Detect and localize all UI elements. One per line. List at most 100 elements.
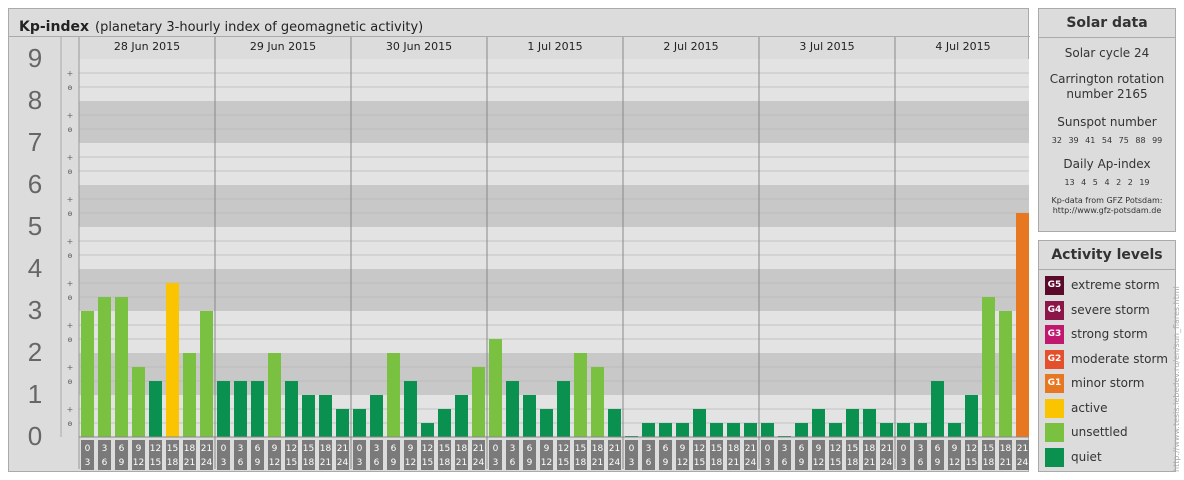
carrington-line1: Carrington rotation xyxy=(1049,72,1165,86)
kp-bar xyxy=(404,381,417,437)
interval-start-label: 0 xyxy=(221,444,227,454)
interval-start-label: 0 xyxy=(357,444,363,454)
y-tick-label: 5 xyxy=(28,211,42,241)
interval-start-label: 0 xyxy=(765,444,771,454)
interval-start-label: 18 xyxy=(728,444,740,454)
interval-start-label: 6 xyxy=(935,444,941,454)
kp-bar xyxy=(965,395,978,437)
interval-start-label: 12 xyxy=(694,444,705,454)
kp-bar xyxy=(302,395,315,437)
activity-levels-title: Activity levels xyxy=(1039,241,1175,270)
minor-tick-label: + xyxy=(67,195,74,204)
interval-end-label: 6 xyxy=(918,458,924,468)
interval-end-label: 6 xyxy=(510,458,516,468)
interval-end-label: 21 xyxy=(320,458,331,468)
interval-end-label: 9 xyxy=(663,458,669,468)
interval-end-label: 6 xyxy=(646,458,652,468)
interval-end-label: 9 xyxy=(527,458,533,468)
minor-tick-label: + xyxy=(67,279,74,288)
interval-start-label: 15 xyxy=(167,444,178,454)
interval-end-label: 12 xyxy=(677,458,688,468)
minor-tick-label: - xyxy=(69,293,72,302)
interval-start-label: 18 xyxy=(184,444,196,454)
kp-bar xyxy=(982,297,995,437)
minor-tick-label: - xyxy=(69,83,72,92)
interval-end-label: 18 xyxy=(439,458,451,468)
minor-tick-label: - xyxy=(69,251,72,260)
interval-start-label: 3 xyxy=(510,444,516,454)
interval-start-label: 12 xyxy=(558,444,569,454)
minor-tick-label: + xyxy=(67,321,74,330)
kp-band-6 xyxy=(79,143,1029,185)
kp-bar xyxy=(200,311,213,437)
kp-band-2 xyxy=(79,311,1029,353)
solar-data-panel: Solar data Solar cycle 24 Carrington rot… xyxy=(1038,8,1176,232)
kp-band-7 xyxy=(79,101,1029,143)
kp-bar xyxy=(999,311,1012,437)
y-tick-label: 3 xyxy=(28,295,42,325)
interval-start-label: 18 xyxy=(864,444,876,454)
interval-start-label: 6 xyxy=(255,444,261,454)
chart-title-bar: Kp-index (planetary 3-hourly index of geo… xyxy=(19,16,423,36)
activity-level-label: quiet xyxy=(1071,449,1102,464)
kp-bar xyxy=(829,423,842,437)
interval-end-label: 21 xyxy=(728,458,739,468)
kp-bar xyxy=(948,423,961,437)
day-label: 1 Jul 2015 xyxy=(527,40,582,53)
minor-tick-label: - xyxy=(69,125,72,134)
interval-end-label: 15 xyxy=(286,458,297,468)
interval-start-label: 6 xyxy=(119,444,125,454)
minor-tick-label: + xyxy=(67,363,74,372)
activity-level-item: G4 severe storm xyxy=(1045,300,1150,320)
interval-end-label: 12 xyxy=(813,458,824,468)
kp-bar xyxy=(115,297,128,437)
interval-start-label: 18 xyxy=(320,444,332,454)
interval-end-label: 15 xyxy=(966,458,977,468)
activity-level-item: G1 minor storm xyxy=(1045,373,1144,393)
interval-start-label: 3 xyxy=(782,444,788,454)
interval-end-label: 9 xyxy=(799,458,805,468)
interval-end-label: 6 xyxy=(102,458,108,468)
interval-start-label: 21 xyxy=(609,444,620,454)
interval-start-label: 0 xyxy=(85,444,91,454)
interval-end-label: 3 xyxy=(493,458,499,468)
kp-bar xyxy=(931,381,944,437)
interval-end-label: 21 xyxy=(456,458,467,468)
interval-start-label: 18 xyxy=(592,444,604,454)
activity-level-label: strong storm xyxy=(1071,327,1148,341)
interval-start-label: 12 xyxy=(286,444,297,454)
kp-bar xyxy=(744,423,757,437)
kp-bar xyxy=(608,408,621,437)
activity-level-swatch xyxy=(1045,423,1064,442)
sunspot-title: Sunspot number xyxy=(1057,115,1157,129)
minor-tick-label: + xyxy=(67,405,74,414)
interval-end-label: 3 xyxy=(629,458,635,468)
interval-end-label: 21 xyxy=(864,458,875,468)
kp-bar xyxy=(149,381,162,437)
interval-start-label: 21 xyxy=(473,444,484,454)
y-tick-label: 7 xyxy=(28,127,42,157)
kp-bar xyxy=(183,353,196,437)
minor-tick-label: + xyxy=(67,153,74,162)
interval-end-label: 9 xyxy=(119,458,125,468)
kp-bar xyxy=(438,408,451,437)
y-tick-label: 8 xyxy=(28,85,42,115)
interval-start-label: 9 xyxy=(408,444,414,454)
activity-level-label: unsettled xyxy=(1071,425,1128,439)
activity-level-label: severe storm xyxy=(1071,302,1150,317)
kp-chart: 0123456789o+o-+o-+o-+o-+o-+o-+o-+o-+-28 … xyxy=(9,36,1030,470)
activity-level-swatch: G3 xyxy=(1045,325,1064,344)
minor-tick-label: + xyxy=(67,111,74,120)
kp-bar xyxy=(268,353,281,437)
interval-end-label: 18 xyxy=(167,458,179,468)
source-link[interactable]: http://www.gfz-potsdam.de xyxy=(1039,206,1175,216)
kp-bar xyxy=(795,423,808,437)
kp-bar xyxy=(710,423,723,437)
activity-level-swatch xyxy=(1045,398,1064,418)
activity-levels-panel: Activity levels G5 extreme storm G4 severe … xyxy=(1038,240,1176,472)
interval-end-label: 24 xyxy=(881,458,893,468)
interval-start-label: 21 xyxy=(745,444,756,454)
interval-start-label: 15 xyxy=(711,444,722,454)
kp-bar xyxy=(217,381,230,437)
kp-bar xyxy=(676,423,689,437)
